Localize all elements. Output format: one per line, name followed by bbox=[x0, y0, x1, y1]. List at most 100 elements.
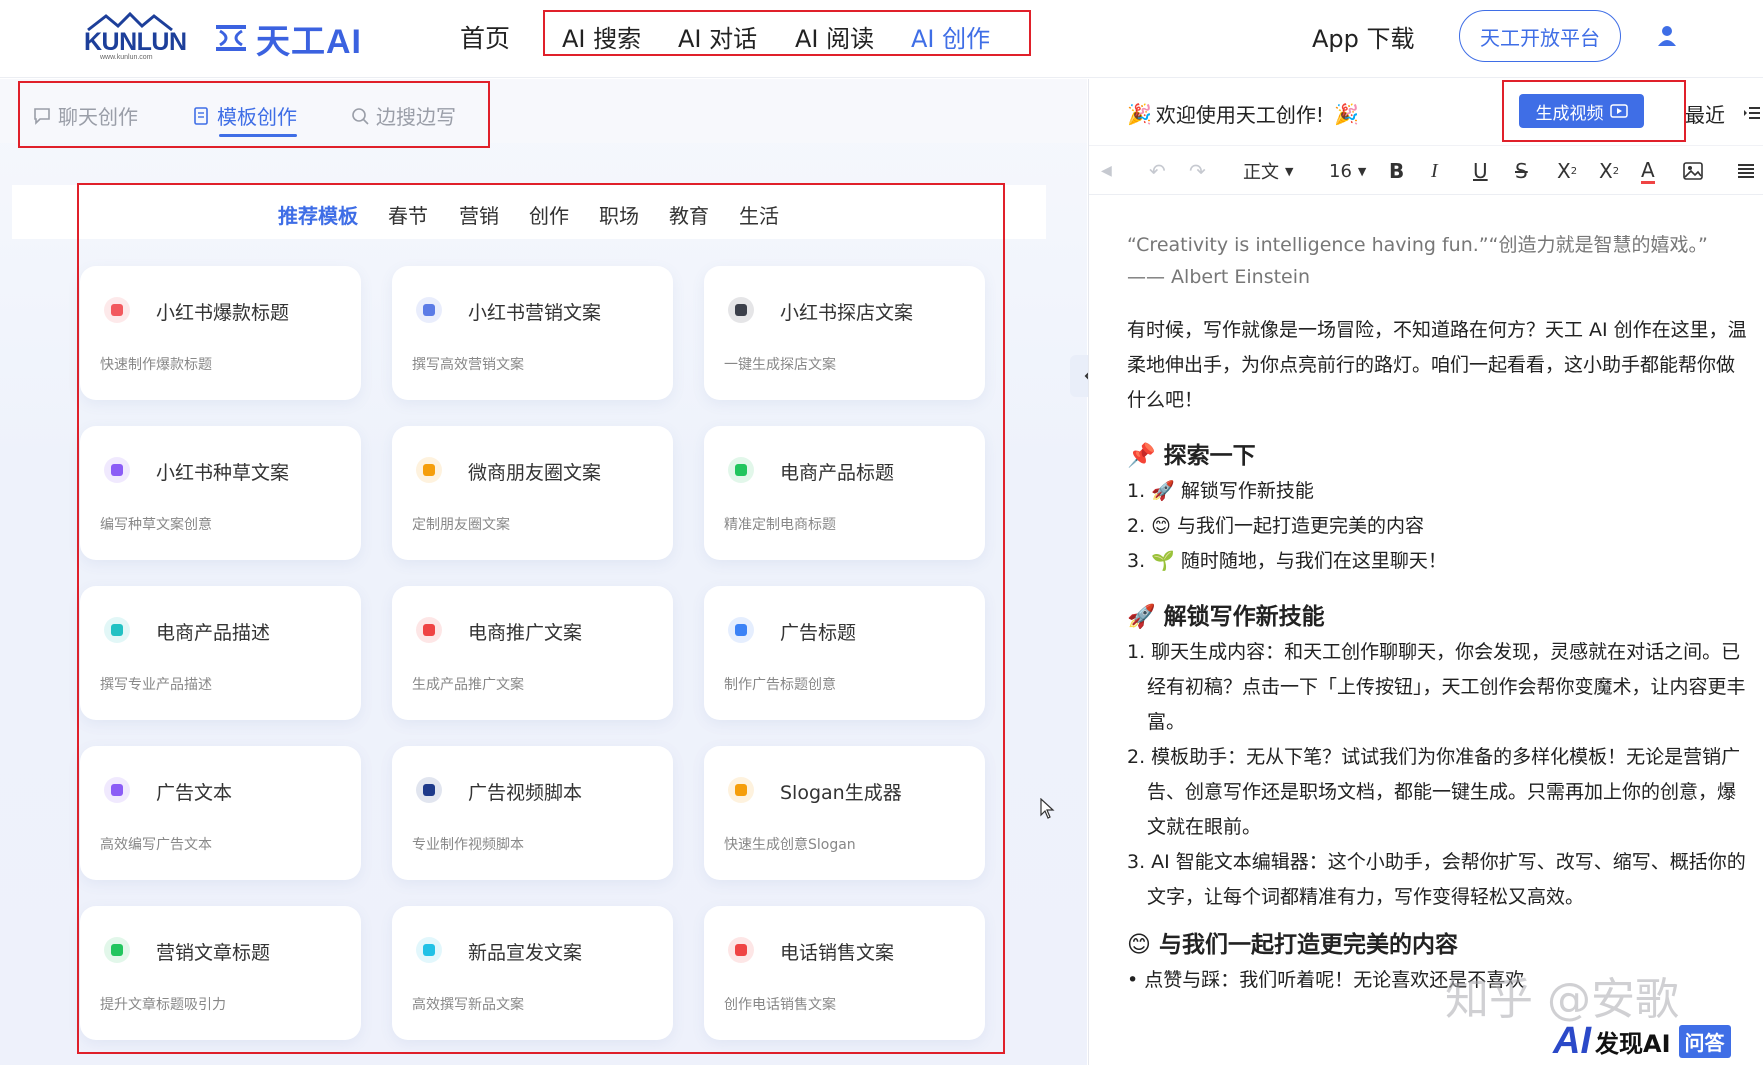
tab-chat-create-label: 聊天创作 bbox=[58, 105, 138, 129]
template-card[interactable]: 电话销售文案 创作电话销售文案 bbox=[704, 906, 985, 1040]
section-together-heading: 😊 与我们一起打造更完美的内容 bbox=[1127, 927, 1747, 963]
search-icon bbox=[352, 107, 369, 125]
tab-chat-create[interactable]: 聊天创作 bbox=[32, 101, 138, 130]
recent-link[interactable]: 最近 bbox=[1685, 99, 1725, 128]
nav-ai-read[interactable]: AI 阅读 bbox=[795, 19, 874, 54]
doc-icon bbox=[416, 617, 442, 643]
template-card-title: 小红书种草文案 bbox=[156, 462, 290, 484]
file-icon bbox=[104, 777, 130, 803]
template-card[interactable]: 广告文本 高效编写广告文本 bbox=[80, 746, 361, 880]
template-card[interactable]: 小红书种草文案 编写种草文案创意 bbox=[80, 426, 361, 560]
generate-video-label: 生成视频 bbox=[1535, 103, 1604, 124]
nav-ai-search[interactable]: AI 搜索 bbox=[562, 19, 641, 54]
template-card[interactable]: 小红书爆款标题快速制作爆款标题 bbox=[80, 266, 361, 400]
pushpin-icon: 📌 bbox=[1127, 443, 1156, 469]
template-card[interactable]: Slogan生成器 快速生成创意Slogan bbox=[704, 746, 985, 880]
list-toggle-icon[interactable] bbox=[1743, 105, 1761, 121]
template-card-title: 广告文本 bbox=[156, 782, 233, 804]
section-skills-heading: 🚀 解锁写作新技能 bbox=[1127, 599, 1747, 635]
nav-ai-chat[interactable]: AI 对话 bbox=[678, 19, 757, 54]
template-card-desc: 撰写高效营销文案 bbox=[412, 357, 524, 373]
tab-template-create-label: 模板创作 bbox=[217, 105, 297, 129]
party-popper-icon: 🎉 bbox=[1333, 101, 1359, 126]
nav-home[interactable]: 首页 bbox=[460, 19, 510, 55]
list-item: 1. 🚀 解锁写作新技能 bbox=[1127, 480, 1314, 502]
template-card-title: 新品宣发文案 bbox=[468, 942, 583, 964]
template-card-title: 小红书营销文案 bbox=[468, 302, 602, 324]
kunlun-logo-url: www.kunlun.com bbox=[100, 54, 153, 61]
list-item: 3. 🌱 随时随地，与我们在这里聊天！ bbox=[1127, 550, 1447, 572]
rocket-icon: 🚀 bbox=[1127, 604, 1156, 630]
list-item: 1. 聊天生成内容：和天工创作聊聊天，你会发现，灵感就在对话之间。已经有初稿？点… bbox=[1127, 641, 1746, 733]
template-card-desc: 提升文章标题吸引力 bbox=[100, 997, 226, 1013]
template-card-desc: 精准定制电商标题 bbox=[724, 517, 836, 533]
doc-lines-icon bbox=[728, 617, 754, 643]
template-card[interactable]: 广告标题制作广告标题创意 bbox=[704, 586, 985, 720]
scroll-left-icon[interactable]: ◀ bbox=[1101, 158, 1112, 184]
faxian-ai-watermark: AI 发现AI 问答 bbox=[1553, 1020, 1731, 1063]
image-insert-icon[interactable] bbox=[1683, 158, 1703, 184]
active-tab-underline bbox=[219, 134, 297, 137]
template-card[interactable]: 电商推广文案 生成产品推广文案 bbox=[392, 586, 673, 720]
template-card-desc: 制作广告标题创意 bbox=[724, 677, 836, 693]
red-note-icon bbox=[104, 297, 130, 323]
template-card[interactable]: 微商朋友圈文案 定制朋友圈文案 bbox=[392, 426, 673, 560]
subscript-icon[interactable]: X2 bbox=[1599, 158, 1619, 184]
template-card[interactable]: 电商产品描述撰写专业产品描述 bbox=[80, 586, 361, 720]
template-card-desc: 一键生成探店文案 bbox=[724, 357, 836, 373]
template-card-title: 小红书探店文案 bbox=[780, 302, 914, 324]
paragraph-style-select[interactable]: 正文 ▼ bbox=[1243, 158, 1293, 184]
template-card-title: 小红书爆款标题 bbox=[156, 302, 290, 324]
font-size-select[interactable]: 16 ▼ bbox=[1329, 158, 1366, 184]
editor-content[interactable]: “Creativity is intelligence having fun.”… bbox=[1127, 229, 1747, 998]
editor-toolbar: ◀ ↶ ↷ 正文 ▼ 16 ▼ B I U S X2 X2 A bbox=[1089, 145, 1763, 195]
text-icon bbox=[104, 617, 130, 643]
template-card[interactable]: 新品宣发文案 高效撰写新品文案 bbox=[392, 906, 673, 1040]
section-together-title: 与我们一起打造更完美的内容 bbox=[1158, 932, 1458, 958]
circle-icon bbox=[416, 457, 442, 483]
kunlun-logo[interactable]: KUNLUN www.kunlun.com bbox=[84, 12, 187, 62]
bold-icon[interactable]: B bbox=[1389, 158, 1404, 184]
mouse-cursor-icon bbox=[1040, 798, 1055, 819]
superscript-icon[interactable]: X2 bbox=[1557, 158, 1577, 184]
section-explore-title: 探索一下 bbox=[1163, 443, 1256, 469]
document-icon bbox=[194, 106, 208, 125]
align-icon[interactable] bbox=[1737, 158, 1755, 184]
template-card[interactable]: 小红书营销文案撰写高效营销文案 bbox=[392, 266, 673, 400]
template-card[interactable]: 电商产品标题 精准定制电商标题 bbox=[704, 426, 985, 560]
list-chart-icon bbox=[416, 297, 442, 323]
template-card-desc: 生成产品推广文案 bbox=[412, 677, 524, 693]
tab-search-write-label: 边搜边写 bbox=[376, 105, 456, 129]
faxian-ai-logo-icon: AI bbox=[1553, 1020, 1591, 1062]
user-icon[interactable] bbox=[1657, 24, 1677, 48]
list-item: 2. 😊 与我们一起打造更完美的内容 bbox=[1127, 515, 1425, 537]
nav-ai-create[interactable]: AI 创作 bbox=[911, 19, 990, 54]
template-card-title: 营销文章标题 bbox=[156, 942, 271, 964]
mode-tabs: 聊天创作 模板创作 边搜边写 bbox=[0, 79, 1087, 148]
generate-video-button[interactable]: 生成视频 bbox=[1519, 94, 1644, 128]
underline-icon[interactable]: U bbox=[1473, 158, 1488, 184]
template-card[interactable]: 小红书探店文案一键生成探店文案 bbox=[704, 266, 985, 400]
redo-icon[interactable]: ↷ bbox=[1189, 158, 1206, 184]
strikethrough-icon[interactable]: S bbox=[1515, 158, 1528, 184]
app-download-link[interactable]: App 下载 bbox=[1312, 19, 1415, 54]
template-card[interactable]: 广告视频脚本 专业制作视频脚本 bbox=[392, 746, 673, 880]
font-color-icon[interactable]: A bbox=[1641, 158, 1655, 184]
undo-icon[interactable]: ↶ bbox=[1149, 158, 1166, 184]
template-card-desc: 快速制作爆款标题 bbox=[100, 357, 212, 373]
welcome-text: 欢迎使用天工创作! bbox=[1155, 103, 1324, 127]
tab-search-write[interactable]: 边搜边写 bbox=[350, 101, 456, 130]
template-card-desc: 专业制作视频脚本 bbox=[412, 837, 524, 853]
chevron-down-icon: ▼ bbox=[1357, 164, 1367, 178]
video-avatar-icon bbox=[416, 777, 442, 803]
template-card-title: 电商产品描述 bbox=[156, 622, 271, 644]
open-platform-button[interactable]: 天工开放平台 bbox=[1459, 10, 1621, 62]
template-card-title: 广告标题 bbox=[780, 622, 857, 644]
italic-icon[interactable]: I bbox=[1431, 158, 1438, 184]
template-card-desc: 创作电话销售文案 bbox=[724, 997, 836, 1013]
template-card[interactable]: 营销文章标题提升文章标题吸引力 bbox=[80, 906, 361, 1040]
tiangong-logo[interactable]: 天工AI bbox=[214, 18, 362, 61]
tab-template-create[interactable]: 模板创作 bbox=[191, 101, 297, 137]
template-card-desc: 撰写专业产品描述 bbox=[100, 677, 212, 693]
tiangong-mark-icon bbox=[216, 25, 246, 51]
